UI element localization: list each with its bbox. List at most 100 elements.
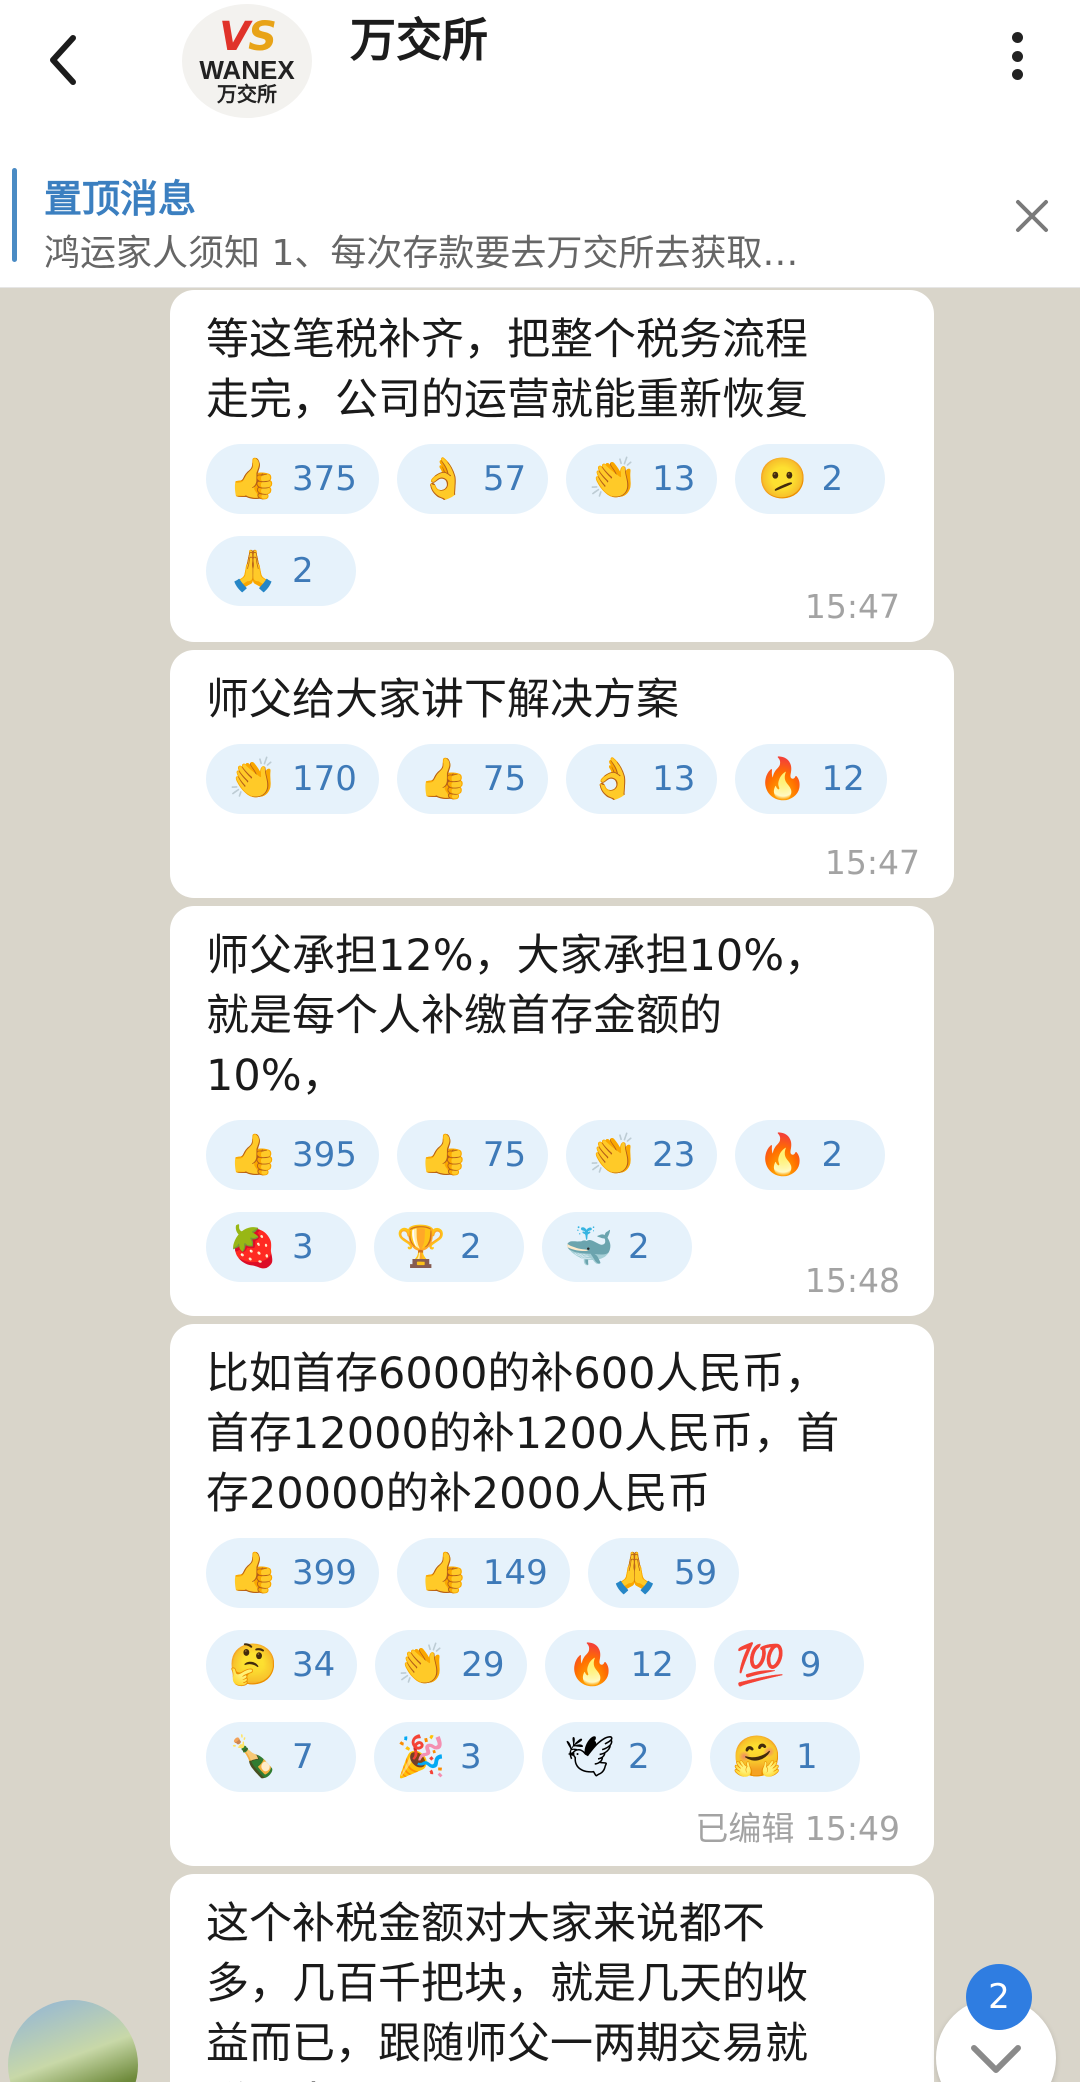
message-bubble[interactable]: 师父给大家讲下解决方案 👏 170 👍 75 👌 13 🔥 12 15:47: [170, 650, 954, 898]
thinking-face-icon: 🤔: [228, 1642, 278, 1688]
pinned-message-bar[interactable]: 置顶消息 鸿运家人须知 1、每次存款要去万交所去获取…: [0, 128, 1080, 288]
reaction-count: 375: [292, 459, 357, 499]
reaction-count: 13: [652, 759, 696, 799]
reaction-party-popper[interactable]: 🎉 3: [374, 1722, 524, 1792]
message-bubble[interactable]: 这个补税金额对大家来说都不 多，几百千把块，就是几天的收 益而已，跟随师父一两期…: [170, 1874, 934, 2082]
message-text: 等这笔税补齐，把整个税务流程 走完，公司的运营就能重新恢复: [206, 315, 808, 425]
reactions-row: 👍 375 👌 57 👏 13 🫤 2 🙏 2: [206, 444, 904, 606]
reaction-count: 7: [292, 1737, 314, 1777]
chat-header: VS WANEX 万交所 万交所: [0, 0, 1080, 128]
reaction-trophy[interactable]: 🏆 2: [374, 1212, 524, 1282]
sender-avatar[interactable]: [8, 2000, 138, 2082]
reaction-folded-hands[interactable]: 🙏 59: [587, 1538, 740, 1608]
reaction-dove[interactable]: 🕊 2: [542, 1722, 692, 1792]
reaction-fire[interactable]: 🔥 12: [735, 744, 887, 814]
reaction-clapping-hands[interactable]: 👏 29: [375, 1630, 527, 1700]
party-popper-icon: 🎉: [396, 1734, 446, 1780]
folded-hands-icon: 🙏: [228, 548, 278, 594]
message-time: 15:47: [804, 587, 900, 626]
fire-icon: 🔥: [757, 1132, 808, 1178]
reaction-thumbs-up[interactable]: 👍 399: [206, 1538, 379, 1608]
message-text: 师父给大家讲下解决方案: [206, 675, 679, 725]
whale-icon: 🐳: [564, 1224, 614, 1270]
reaction-thumbs-up[interactable]: 👍 149: [396, 1538, 570, 1608]
reaction-thumbs-up[interactable]: 👍 375: [206, 444, 379, 514]
reaction-confused-face[interactable]: 🫤 2: [735, 444, 886, 514]
reaction-thinking-face[interactable]: 🤔 34: [206, 1630, 358, 1700]
reaction-count: 29: [461, 1645, 505, 1685]
thumbs-up-icon: 👍: [228, 1550, 278, 1596]
chat-title[interactable]: 万交所: [350, 4, 488, 70]
menu-dot: [1011, 50, 1023, 62]
reaction-count: 75: [482, 1135, 527, 1175]
dove-icon: 🕊: [564, 1734, 615, 1780]
reaction-count: 2: [460, 1227, 482, 1267]
fire-icon: 🔥: [566, 1642, 617, 1688]
folded-hands-icon: 🙏: [609, 1550, 660, 1596]
message-bubble[interactable]: 等这笔税补齐，把整个税务流程 走完，公司的运营就能重新恢复 👍 375 👌 57 👏…: [170, 290, 934, 642]
reaction-count: 12: [630, 1645, 674, 1685]
reaction-count: 34: [292, 1645, 336, 1685]
logo-english-name: WANEX: [199, 55, 295, 85]
close-pinned-button[interactable]: [1012, 196, 1056, 240]
channel-avatar[interactable]: VS WANEX 万交所: [182, 4, 312, 118]
thumbs-up-icon: 👍: [418, 756, 469, 802]
reaction-clapping-hands[interactable]: 👏 23: [566, 1120, 718, 1190]
reactions-row: 👏 170 👍 75 👌 13 🔥 12: [206, 744, 924, 814]
message-bubble[interactable]: 比如首存6000的补600人民币， 首存12000的补1200人民币，首 存20…: [170, 1324, 934, 1866]
message-text: 比如首存6000的补600人民币， 首存12000的补1200人民币，首 存20…: [206, 1349, 840, 1519]
message-time: 已编辑 15:49: [695, 1809, 900, 1848]
reaction-count: 3: [460, 1737, 482, 1777]
champagne-bottle-icon: 🍾: [228, 1734, 278, 1780]
fire-icon: 🔥: [757, 756, 808, 802]
reaction-strawberry[interactable]: 🍓 3: [206, 1212, 356, 1282]
reaction-fire[interactable]: 🔥 2: [735, 1120, 886, 1190]
reaction-count: 149: [482, 1553, 548, 1593]
unread-count-badge: 2: [966, 1964, 1032, 2030]
reaction-ok-hand[interactable]: 👌 57: [396, 444, 549, 514]
pinned-indicator: [12, 168, 17, 262]
reaction-count: 170: [292, 759, 357, 799]
message-time: 15:47: [824, 843, 920, 882]
hugging-face-icon: 🤗: [732, 1734, 782, 1780]
reaction-count: 395: [292, 1135, 357, 1175]
message-time: 15:48: [804, 1261, 900, 1300]
thumbs-up-icon: 👍: [418, 1132, 469, 1178]
ok-hand-icon: 👌: [418, 456, 469, 502]
reaction-count: 2: [821, 459, 844, 499]
message-bubble[interactable]: 师父承担12%，大家承担10%， 就是每个人补缴首存金额的 10%， 👍 395 …: [170, 906, 934, 1316]
reaction-count: 2: [628, 1737, 650, 1777]
reaction-hugging-face[interactable]: 🤗 1: [710, 1722, 860, 1792]
reaction-count: 13: [652, 459, 696, 499]
reaction-count: 57: [482, 459, 527, 499]
clapping-hands-icon: 👏: [228, 756, 278, 802]
reaction-clapping-hands[interactable]: 👏 13: [566, 444, 718, 514]
reaction-clapping-hands[interactable]: 👏 170: [206, 744, 379, 814]
reaction-count: 3: [292, 1227, 314, 1267]
message-text: 师父承担12%，大家承担10%， 就是每个人补缴首存金额的 10%，: [206, 931, 828, 1101]
trophy-icon: 🏆: [396, 1224, 446, 1270]
reaction-thumbs-up[interactable]: 👍 75: [396, 1120, 549, 1190]
reaction-fire[interactable]: 🔥 12: [544, 1630, 696, 1700]
more-options-button[interactable]: [1002, 26, 1032, 86]
reaction-champagne[interactable]: 🍾 7: [206, 1722, 356, 1792]
thumbs-up-icon: 👍: [418, 1550, 469, 1596]
reaction-whale[interactable]: 🐳 2: [542, 1212, 692, 1282]
reaction-thumbs-up[interactable]: 👍 395: [206, 1120, 379, 1190]
reaction-hundred-points[interactable]: 💯 9: [713, 1630, 864, 1700]
reaction-count: 9: [799, 1645, 822, 1685]
reaction-folded-hands[interactable]: 🙏 2: [206, 536, 356, 606]
reactions-row: 👍 395 👍 75 👏 23 🔥 2 🍓 3 🏆 2 🐳 2: [206, 1120, 904, 1282]
close-icon: [1016, 200, 1048, 232]
hundred-points-icon: 💯: [735, 1642, 786, 1688]
back-button[interactable]: [40, 30, 84, 90]
logo-chinese-name: 万交所: [217, 82, 277, 106]
reaction-count: 59: [673, 1553, 718, 1593]
reaction-count: 399: [292, 1553, 357, 1593]
reaction-ok-hand[interactable]: 👌 13: [566, 744, 718, 814]
clapping-hands-icon: 👏: [588, 456, 638, 502]
clapping-hands-icon: 👏: [588, 1132, 638, 1178]
reaction-count: 75: [482, 759, 527, 799]
logo-mark: VS: [219, 14, 277, 60]
reaction-thumbs-up[interactable]: 👍 75: [396, 744, 549, 814]
